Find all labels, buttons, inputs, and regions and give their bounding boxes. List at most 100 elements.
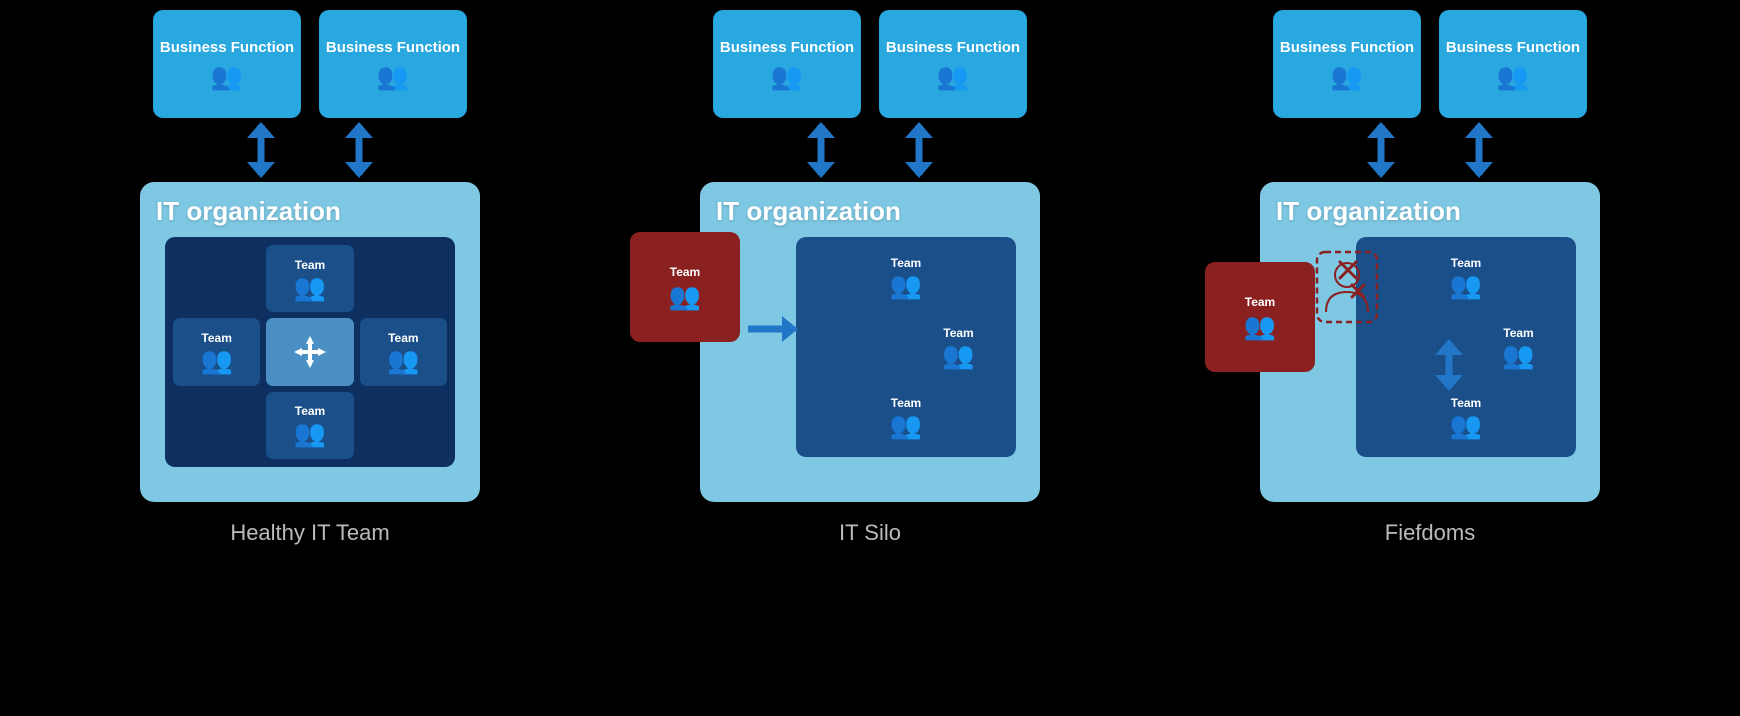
people-icon-2: 👥	[377, 63, 409, 89]
people-fiefdoms-right: 👥	[1502, 342, 1534, 368]
bf-box-2: Business Function 👥	[319, 10, 467, 118]
move-icon	[292, 334, 328, 370]
fiefdoms-team-bottom-label: Team	[1451, 396, 1481, 410]
cell-team-top: Team 👥	[266, 245, 353, 312]
arrows-fiefdoms	[1362, 120, 1498, 180]
team-label-bottom: Team	[295, 404, 325, 418]
it-org-title-silo: IT organization	[716, 196, 901, 227]
bf-box-fiefdoms-2: Business Function 👥	[1439, 10, 1587, 118]
fiefdoms-team-right-label: Team	[1503, 326, 1533, 340]
cell-move-center	[266, 318, 353, 385]
people-icon-silo-2: 👥	[937, 63, 969, 89]
arrow-fiefdoms-1	[1362, 120, 1400, 180]
arrow-svg-fiefdoms-2	[1460, 120, 1498, 180]
diagram-fiefdoms: Business Function 👥 Business Function 👥	[1170, 10, 1690, 546]
silo-arrow-cell	[804, 315, 903, 379]
it-org-fiefdoms: IT organization Team 👥	[1260, 182, 1600, 502]
people-icon-fiefdoms-2: 👥	[1497, 63, 1529, 89]
caption-silo: IT Silo	[839, 520, 901, 546]
fiefdoms-ext-team-label: Team	[1245, 295, 1275, 309]
bf-box-fiefdoms-1: Business Function 👥	[1273, 10, 1421, 118]
people-silo-bottom: 👥	[890, 412, 922, 438]
bf-label-2: Business Function	[326, 39, 460, 57]
fiefdoms-team-top-label: Team	[1451, 256, 1481, 270]
arrows-healthy	[242, 120, 378, 180]
arrow-svg-fiefdoms-1	[1362, 120, 1400, 180]
diagram-silo: Business Function 👥 Business Function 👥	[610, 10, 1130, 546]
cell-team-bottom: Team 👥	[266, 392, 353, 459]
silo-cluster-container: Team 👥 Team 👥 Team 👥	[796, 237, 1016, 457]
fiefdoms-arrow-container	[1430, 337, 1468, 398]
people-icon-fiefdoms-1: 👥	[1331, 63, 1363, 89]
silo-team-bottom-label: Team	[891, 396, 921, 410]
it-org-healthy: IT organization Team 👥 Team 👥	[140, 182, 480, 502]
silo-team-top-label: Team	[891, 256, 921, 270]
arrow-svg-1	[242, 120, 280, 180]
arrow-fiefdoms-2	[1460, 120, 1498, 180]
people-icon-silo-1: 👥	[771, 63, 803, 89]
arrow-svg-silo-1	[802, 120, 840, 180]
people-fiefdoms-ext: 👥	[1244, 313, 1276, 339]
arrow-1	[242, 120, 280, 180]
arrow-silo-2	[900, 120, 938, 180]
team-label-right: Team	[388, 331, 418, 345]
silo-team-top: Team 👥	[804, 245, 1008, 309]
it-org-silo: IT organization Team 👥 Team 👥	[700, 182, 1040, 502]
diagram-healthy: Business Function 👥 Business Function 👥	[50, 10, 570, 546]
people-silo-right: 👥	[942, 342, 974, 368]
bf-box-silo-2: Business Function 👥	[879, 10, 1027, 118]
bf-box-silo-1: Business Function 👥	[713, 10, 861, 118]
people-team-right: 👥	[387, 347, 419, 373]
bf-label-1: Business Function	[160, 39, 294, 57]
it-org-title-fiefdoms: IT organization	[1276, 196, 1461, 227]
arrow-svg-2	[340, 120, 378, 180]
fiefdoms-team-top: Team 👥	[1364, 245, 1568, 309]
people-silo-ext: 👥	[669, 283, 701, 309]
bf-label-fiefdoms-1: Business Function	[1280, 39, 1414, 57]
silo-teams-cluster: Team 👥 Team 👥 Team 👥	[796, 237, 1016, 457]
bf-label-silo-2: Business Function	[886, 39, 1020, 57]
people-fiefdoms-bottom: 👥	[1450, 412, 1482, 438]
caption-fiefdoms: Fiefdoms	[1385, 520, 1475, 546]
fiefdoms-external-team: Team 👥	[1205, 262, 1315, 372]
cell-empty-4	[360, 392, 447, 459]
caption-healthy: Healthy IT Team	[230, 520, 389, 546]
fiefdoms-barrier-svg	[1312, 247, 1382, 327]
silo-team-right-label: Team	[943, 326, 973, 340]
it-org-title-healthy: IT organization	[156, 196, 341, 227]
bf-label-fiefdoms-2: Business Function	[1446, 39, 1580, 57]
team-label-left: Team	[201, 331, 231, 345]
silo-ext-team-label: Team	[670, 265, 700, 279]
team-label-top: Team	[295, 258, 325, 272]
fiefdoms-team-right: Team 👥	[1469, 315, 1568, 379]
bf-row-fiefdoms: Business Function 👥 Business Function 👥	[1273, 10, 1587, 118]
silo-external-team: Team 👥	[630, 232, 740, 342]
arrow-silo-1	[802, 120, 840, 180]
people-team-top: 👥	[294, 274, 326, 300]
fiefdoms-arrow-right	[1430, 337, 1468, 393]
arrow-svg-silo-2	[900, 120, 938, 180]
silo-team-bottom: Team 👥	[804, 385, 1008, 449]
cell-empty-1	[173, 245, 260, 312]
people-silo-top: 👥	[890, 272, 922, 298]
silo-arrow-right	[744, 310, 800, 348]
people-team-left: 👥	[200, 347, 232, 373]
people-icon-1: 👥	[211, 63, 243, 89]
bf-row-silo: Business Function 👥 Business Function 👥	[713, 10, 1027, 118]
silo-team-right: Team 👥	[909, 315, 1008, 379]
people-fiefdoms-top: 👥	[1450, 272, 1482, 298]
arrow-2	[340, 120, 378, 180]
cell-team-left: Team 👥	[173, 318, 260, 385]
people-team-bottom: 👥	[294, 420, 326, 446]
arrows-silo	[802, 120, 938, 180]
cell-empty-2	[360, 245, 447, 312]
page-container: Business Function 👥 Business Function 👥	[0, 0, 1740, 716]
cell-empty-3	[173, 392, 260, 459]
cell-team-right: Team 👥	[360, 318, 447, 385]
bf-label-silo-1: Business Function	[720, 39, 854, 57]
bf-box-1: Business Function 👥	[153, 10, 301, 118]
silo-arrow-container	[744, 310, 800, 353]
bf-row-healthy: Business Function 👥 Business Function 👥	[153, 10, 467, 118]
fiefdoms-x-marks	[1312, 247, 1382, 327]
healthy-cluster: Team 👥 Team 👥	[165, 237, 455, 467]
